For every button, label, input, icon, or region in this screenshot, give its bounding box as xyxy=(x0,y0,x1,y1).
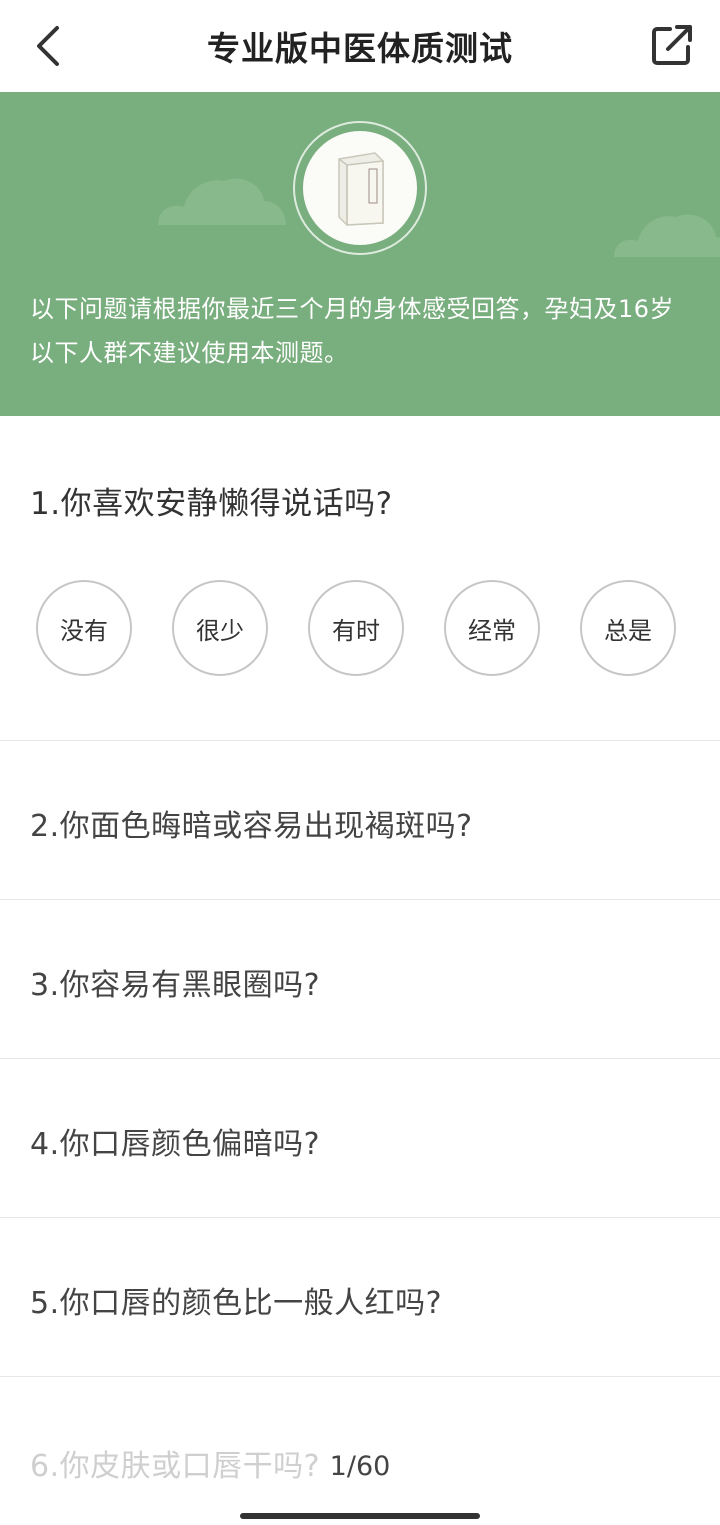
page-title: 专业版中医体质测试 xyxy=(207,29,513,68)
question-title: 4.你口唇颜色偏暗吗? xyxy=(30,1127,321,1162)
option-never[interactable]: 没有 xyxy=(36,580,132,676)
option-sometimes[interactable]: 有时 xyxy=(308,580,404,676)
option-always[interactable]: 总是 xyxy=(580,580,676,676)
divider xyxy=(0,1376,720,1377)
question-5[interactable]: 5.你口唇的颜色比一般人红吗? xyxy=(0,1218,720,1376)
home-indicator[interactable] xyxy=(240,1513,480,1519)
question-4[interactable]: 4.你口唇颜色偏暗吗? xyxy=(0,1059,720,1217)
progress-counter: 1/60 xyxy=(329,1451,391,1482)
question-1: 1.你喜欢安静懒得说话吗? 没有 很少 有时 经常 总是 xyxy=(0,416,720,740)
top-bar: 专业版中医体质测试 xyxy=(0,0,720,93)
question-title: 5.你口唇的颜色比一般人红吗? xyxy=(30,1286,443,1321)
notice-text: 以下问题请根据你最近三个月的身体感受回答，孕妇及16岁以下人群不建议使用本测题。 xyxy=(30,295,675,367)
question-2[interactable]: 2.你面色晦暗或容易出现褐斑吗? xyxy=(0,741,720,899)
answer-options: 没有 很少 有时 经常 总是 xyxy=(36,580,686,680)
badge xyxy=(303,131,417,245)
book-icon xyxy=(338,152,384,226)
option-often[interactable]: 经常 xyxy=(444,580,540,676)
share-external-icon xyxy=(652,25,692,65)
intro-banner: 以下问题请根据你最近三个月的身体感受回答，孕妇及16岁以下人群不建议使用本测题。 xyxy=(0,92,720,416)
cloud-decoration-left xyxy=(158,178,286,225)
question-title: 1.你喜欢安静懒得说话吗? xyxy=(30,486,393,522)
question-3[interactable]: 3.你容易有黑眼圈吗? xyxy=(0,900,720,1058)
cloud-decoration-right xyxy=(614,214,720,257)
share-button[interactable] xyxy=(648,22,696,70)
question-title: 2.你面色晦暗或容易出现褐斑吗? xyxy=(30,809,473,844)
question-title: 3.你容易有黑眼圈吗? xyxy=(30,968,321,1003)
option-rarely[interactable]: 很少 xyxy=(172,580,268,676)
